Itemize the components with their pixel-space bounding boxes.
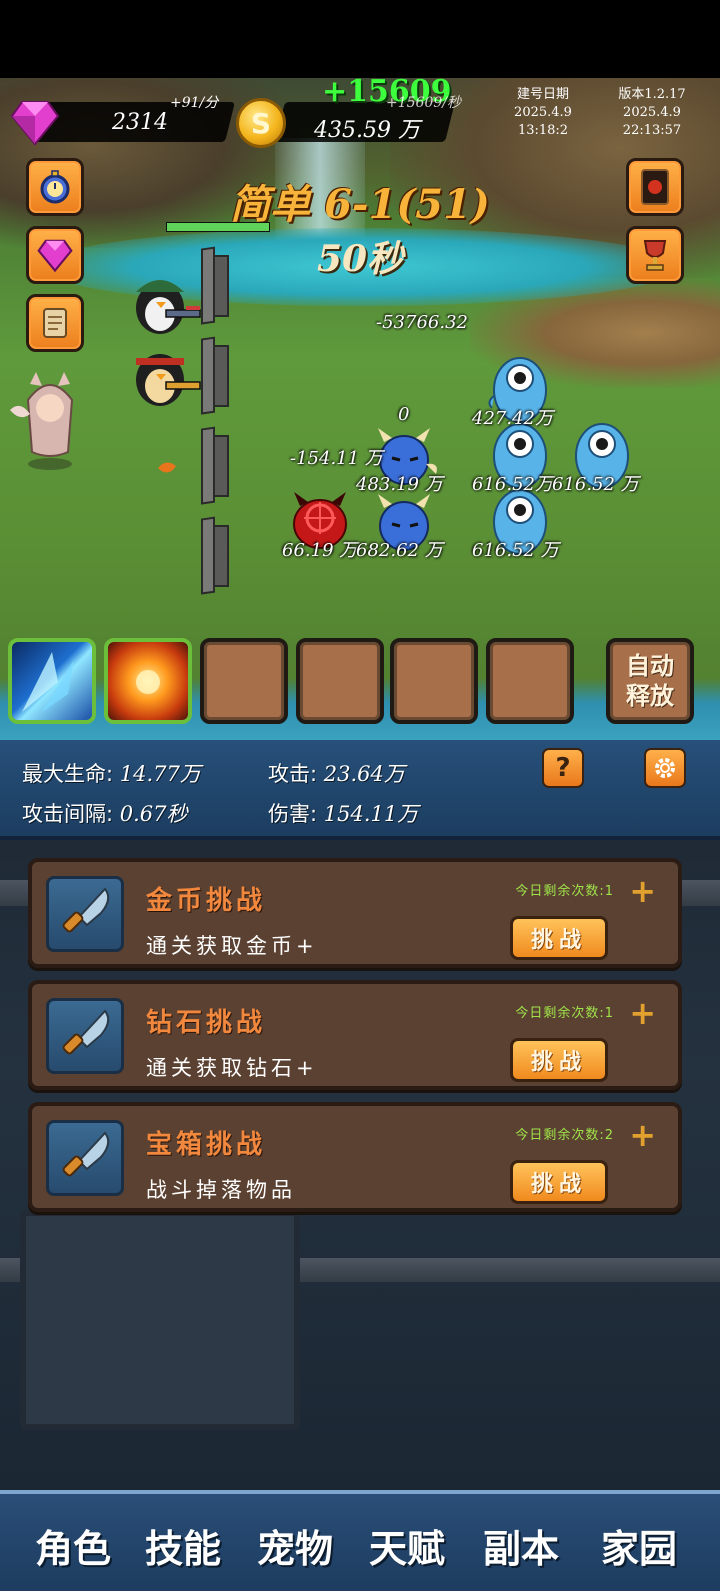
- damage-number: 0: [398, 404, 410, 425]
- nav-pets[interactable]: 宠物: [240, 1518, 350, 1573]
- stats-panel: 最大生命: 14.77万 攻击: 23.64万 攻击间隔: 0.67秒 伤害: …: [0, 740, 720, 840]
- stat-value: 0.67秒: [119, 802, 188, 826]
- stat-label: 最大生命:: [22, 762, 114, 786]
- challenge-card-chest: 宝箱挑战 战斗掉落物品 今日剩余次数:2 + 挑战: [28, 1102, 682, 1212]
- remaining-attempts: 今日剩余次数:1: [515, 884, 614, 899]
- challenge-button[interactable]: 挑战: [510, 916, 608, 960]
- knife-icon-frame: [46, 1120, 124, 1196]
- skill-slot-empty[interactable]: [296, 638, 384, 724]
- damage-number: -154.11 万: [290, 448, 383, 469]
- build-date-label: 建号日期: [516, 87, 569, 102]
- auto-cast-label-2: 释放: [626, 682, 674, 710]
- stat-value: 23.64万: [323, 762, 405, 786]
- stat-label: 攻击:: [268, 762, 318, 786]
- ice-skill-icon: [22, 652, 74, 712]
- penguin-soldier-2: [136, 354, 201, 406]
- auto-cast-button[interactable]: 自动 释放: [606, 638, 694, 724]
- gem-icon: [10, 101, 60, 146]
- knife-icon-frame: [46, 998, 124, 1074]
- wall-hp-fill: [167, 223, 269, 231]
- skill-slot-empty[interactable]: [200, 638, 288, 724]
- bottom-navigation: 角色 技能 宠物 天赋 副本 家园: [0, 1490, 720, 1591]
- build-date: 2025.4.9: [514, 105, 572, 120]
- stat-attack-interval: 攻击间隔: 0.67秒: [22, 798, 188, 828]
- fence-segment: [201, 426, 229, 505]
- nav-skills[interactable]: 技能: [128, 1518, 238, 1573]
- coin-rate: +15609/秒: [386, 95, 461, 111]
- challenge-card-gold: 金币挑战 通关获取金币+ 今日剩余次数:1 + 挑战: [28, 858, 682, 968]
- settings-button[interactable]: [644, 748, 686, 788]
- add-attempts-plus-icon[interactable]: +: [629, 872, 656, 910]
- stat-label: 攻击间隔:: [22, 802, 114, 826]
- fence-segment: [201, 516, 229, 595]
- challenge-title: 宝箱挑战: [146, 1130, 267, 1160]
- challenge-title: 金币挑战: [146, 886, 267, 916]
- knife-icon: [62, 887, 110, 933]
- nav-home[interactable]: 家园: [584, 1518, 694, 1573]
- challenge-card-gem: 钻石挑战 通关获取钻石+ 今日剩余次数:1 + 挑战: [28, 980, 682, 1090]
- stat-attack: 攻击: 23.64万: [268, 758, 405, 788]
- challenge-title: 钻石挑战: [146, 1008, 267, 1038]
- nav-dungeon[interactable]: 副本: [466, 1518, 576, 1573]
- scroll-icon: [43, 308, 67, 338]
- version-date: 2025.4.9: [623, 105, 681, 120]
- nav-character[interactable]: 角色: [18, 1518, 128, 1573]
- gem-count: 2314: [112, 110, 168, 135]
- coin-icon: S: [236, 98, 286, 148]
- version-info: 版本1.2.17 2025.4.9 22:13:57: [602, 86, 702, 140]
- skill-slot-fire[interactable]: [104, 638, 192, 724]
- skill-slot-ice[interactable]: [8, 638, 96, 724]
- enemy-hp: 427.42万: [472, 408, 553, 429]
- stat-max-hp: 最大生命: 14.77万: [22, 758, 201, 788]
- gear-icon: [655, 758, 675, 778]
- knife-icon-frame: [46, 876, 124, 952]
- vault-door: [20, 1210, 300, 1430]
- challenge-button[interactable]: 挑战: [510, 1038, 608, 1082]
- quest-scroll-button[interactable]: [26, 294, 84, 352]
- status-bar-area: [0, 0, 720, 78]
- enemy-hp: 616.52 万: [472, 540, 559, 561]
- stat-value: 14.77万: [119, 762, 201, 786]
- nav-talents[interactable]: 天赋: [352, 1518, 462, 1573]
- remaining-attempts: 今日剩余次数:1: [515, 1006, 614, 1021]
- stage-title: 简单 6-1(51): [230, 181, 490, 228]
- challenge-button[interactable]: 挑战: [510, 1160, 608, 1204]
- pet-companion: [10, 372, 74, 470]
- version-time: 22:13:57: [622, 123, 682, 138]
- skill-slot-empty[interactable]: [486, 638, 574, 724]
- gem-rate: +91/分: [170, 95, 219, 111]
- build-time: 13:18:2: [517, 123, 569, 138]
- stat-damage: 伤害: 154.11万: [268, 798, 418, 828]
- enemy-hp: 682.62 万: [356, 540, 443, 561]
- enemy-hp: 616.52万: [472, 474, 553, 495]
- skill-slot-empty[interactable]: [390, 638, 478, 724]
- enemy-hp: 66.19 万: [282, 540, 358, 561]
- remaining-attempts: 今日剩余次数:2: [515, 1128, 614, 1143]
- battle-scene: 2314 +91/分 S +15609 +15609/秒 435.59 万 建号…: [0, 78, 720, 740]
- auto-cast-label-1: 自动: [626, 652, 674, 680]
- knife-icon: [62, 1009, 110, 1055]
- add-attempts-plus-icon[interactable]: +: [629, 1116, 656, 1154]
- challenge-desc: 战斗掉落物品: [146, 1178, 296, 1202]
- stat-value: 154.11万: [323, 802, 419, 826]
- damage-number: -53766.32: [376, 312, 468, 333]
- dropped-item: [158, 462, 176, 473]
- help-button[interactable]: ?: [542, 748, 584, 788]
- wall-hp-bar: [166, 222, 270, 232]
- add-attempts-plus-icon[interactable]: +: [629, 994, 656, 1032]
- penguin-soldier-1: [136, 280, 201, 334]
- challenge-desc: 通关获取钻石+: [146, 1056, 318, 1080]
- enemy-hp: 483.19 万: [356, 474, 443, 495]
- build-date-info: 建号日期 2025.4.9 13:18:2: [498, 86, 588, 140]
- stat-label: 伤害:: [268, 802, 318, 826]
- challenge-desc: 通关获取金币+: [146, 934, 318, 958]
- stage-timer: 50秒: [316, 238, 404, 280]
- knife-icon: [62, 1131, 110, 1177]
- version-label: 版本1.2.17: [618, 87, 686, 102]
- gold-count: 435.59 万: [314, 118, 420, 143]
- enemy-hp: 616.52 万: [552, 474, 639, 495]
- fire-skill-icon: [136, 670, 160, 694]
